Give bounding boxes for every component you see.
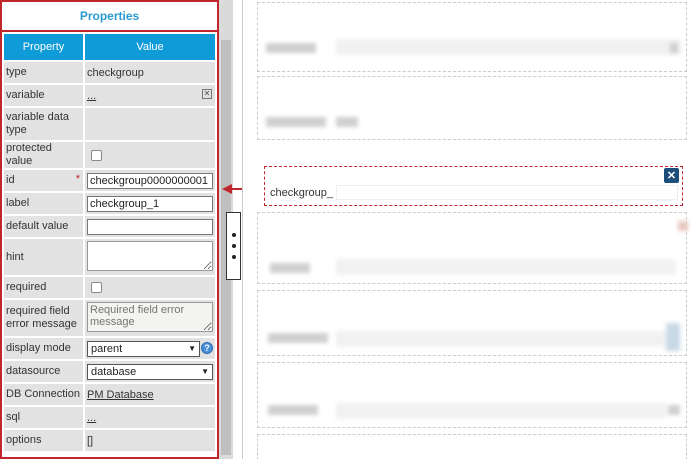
property-row-options: options [] <box>4 430 215 451</box>
chevron-down-icon: ▼ <box>188 344 196 353</box>
blurred-field-label <box>268 333 328 343</box>
grip-dot-icon <box>231 244 236 248</box>
form-row[interactable] <box>257 362 687 428</box>
property-value: checkgroup <box>85 62 215 83</box>
close-icon[interactable]: ✕ <box>664 168 679 183</box>
property-label: label <box>4 193 83 214</box>
property-label: variable <box>4 85 83 106</box>
blurred-field-label <box>268 405 318 415</box>
properties-panel: Properties Property Value type checkgrou… <box>0 0 219 459</box>
checkgroup-field-label: checkgroup_ <box>270 187 333 199</box>
protected-value-checkbox[interactable] <box>91 149 102 161</box>
properties-table: Property Value type checkgroup variable … <box>2 32 217 453</box>
clear-icon[interactable]: ✕ <box>202 89 212 99</box>
options-value[interactable]: [] <box>85 430 215 451</box>
form-row[interactable] <box>257 434 687 459</box>
required-marker: * <box>75 173 80 185</box>
form-row[interactable] <box>257 76 687 140</box>
property-label: variable data type <box>4 108 83 140</box>
panel-resize-handle[interactable] <box>226 212 241 280</box>
property-label: required field error message <box>4 300 83 336</box>
chevron-down-icon: ▼ <box>201 367 209 376</box>
property-row-id: id * <box>4 170 215 191</box>
blurred-field-label <box>266 43 316 53</box>
blurred-field-label <box>270 263 310 273</box>
grip-dot-icon <box>231 233 236 237</box>
property-label: type <box>4 62 83 83</box>
property-row-required: required <box>4 277 215 298</box>
help-icon[interactable]: ? <box>201 342 213 354</box>
property-row-default-value: default value <box>4 216 215 237</box>
blurred-field-input <box>336 259 676 275</box>
label-input[interactable] <box>87 195 213 212</box>
blurred-field-icon <box>666 323 680 351</box>
required-checkbox[interactable] <box>91 282 102 294</box>
property-row-required-error: required field error message <box>4 300 215 336</box>
property-label: default value <box>4 216 83 237</box>
property-row-display-mode: display mode parent ▼ ? <box>4 338 215 359</box>
required-error-textarea[interactable] <box>87 301 213 332</box>
blurred-field-label <box>266 117 326 127</box>
datasource-select[interactable]: database ▼ <box>87 363 213 380</box>
property-label: hint <box>4 239 83 275</box>
property-label: id <box>6 174 15 186</box>
property-label: protected value <box>4 142 83 168</box>
property-label: display mode <box>4 338 83 359</box>
property-label: required <box>4 277 83 298</box>
blurred-field-icon <box>678 221 688 231</box>
column-header-property: Property <box>4 34 83 60</box>
property-value <box>85 108 215 140</box>
display-mode-select[interactable]: parent ▼ <box>87 340 200 357</box>
selected-checkgroup-field[interactable]: checkgroup_ <box>264 166 683 206</box>
property-row-datasource: datasource database ▼ <box>4 361 215 382</box>
display-mode-value: parent <box>91 342 123 355</box>
checkgroup-field-control[interactable] <box>336 185 678 200</box>
property-row-db-connection: DB Connection PM Database <box>4 384 215 405</box>
variable-link[interactable]: ... <box>87 90 96 102</box>
property-row-protected-value: protected value <box>4 142 215 168</box>
property-row-hint: hint <box>4 239 215 275</box>
property-row-type: type checkgroup <box>4 62 215 83</box>
blurred-field-input <box>336 39 681 55</box>
property-row-variable: variable ... ✕ <box>4 85 215 106</box>
id-input[interactable] <box>87 172 213 189</box>
grip-dot-icon <box>231 255 236 259</box>
property-row-variable-data-type: variable data type <box>4 108 215 140</box>
blurred-field-input <box>336 331 666 347</box>
property-row-sql: sql ... <box>4 407 215 428</box>
form-row[interactable] <box>257 2 687 72</box>
column-header-value: Value <box>85 34 215 60</box>
form-row[interactable] <box>257 212 688 284</box>
default-value-input[interactable] <box>87 218 213 235</box>
panel-title: Properties <box>2 2 217 32</box>
blurred-field-label <box>336 117 358 127</box>
blurred-field-input <box>336 403 666 419</box>
property-row-label: label <box>4 193 215 214</box>
property-label: sql <box>4 407 83 428</box>
hint-textarea[interactable] <box>87 240 213 271</box>
sql-link[interactable]: ... <box>87 412 96 424</box>
property-label: DB Connection <box>4 384 83 405</box>
blurred-field-icon <box>670 43 678 53</box>
form-row[interactable] <box>257 290 687 356</box>
datasource-value: database <box>91 365 137 378</box>
property-label: datasource <box>4 361 83 382</box>
blurred-field-icon <box>668 405 680 415</box>
form-canvas[interactable] <box>242 0 691 459</box>
db-connection-link[interactable]: PM Database <box>87 389 154 401</box>
property-label: options <box>4 430 83 451</box>
